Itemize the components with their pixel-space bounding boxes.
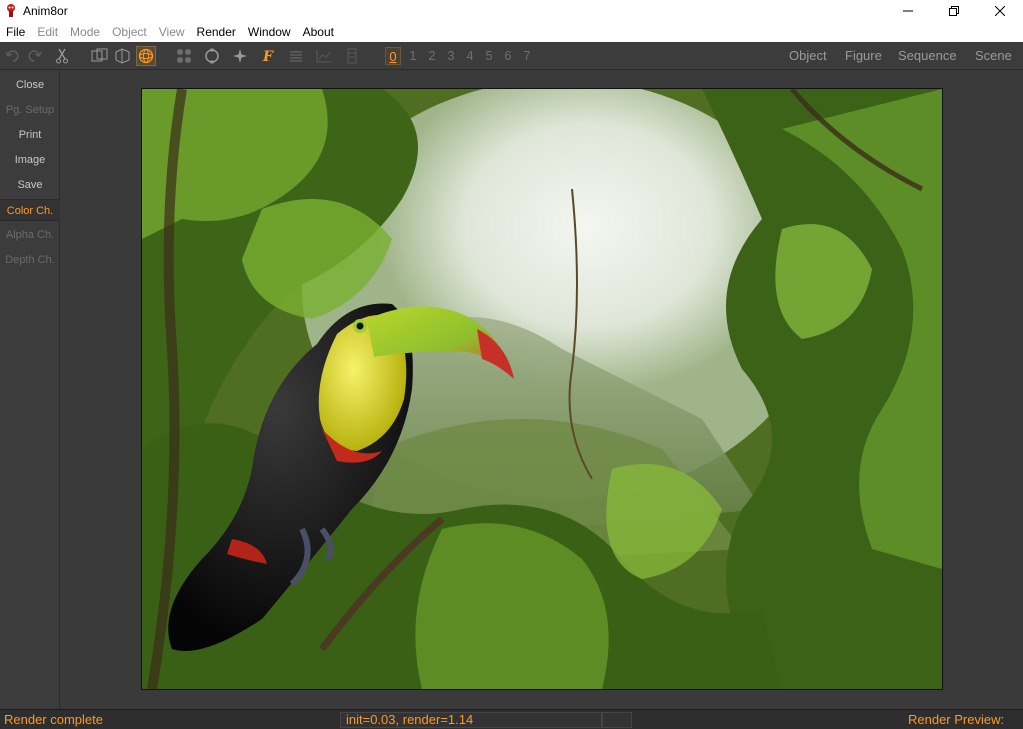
menu-view[interactable]: View bbox=[153, 22, 191, 42]
list-icon bbox=[290, 51, 302, 62]
fx-button[interactable]: F bbox=[258, 46, 278, 66]
restore-icon bbox=[949, 6, 959, 16]
cut-icon bbox=[56, 48, 68, 64]
layer-0-button[interactable]: 0 bbox=[385, 47, 401, 65]
layer-1-button[interactable]: 1 bbox=[405, 47, 421, 65]
panel-icon bbox=[347, 48, 357, 64]
copy-view-button[interactable] bbox=[113, 46, 133, 66]
status-message: Render complete bbox=[4, 712, 103, 727]
render-preview-label: Render Preview: bbox=[908, 712, 1005, 727]
menu-object[interactable]: Object bbox=[106, 22, 153, 42]
grid-dots-icon bbox=[177, 49, 191, 63]
undo-button[interactable] bbox=[3, 46, 23, 66]
page-setup-button[interactable]: Pg. Setup bbox=[0, 99, 60, 121]
undo-icon bbox=[5, 50, 19, 62]
menu-file[interactable]: File bbox=[0, 22, 31, 42]
layer-5-button[interactable]: 5 bbox=[481, 47, 497, 65]
fx-icon: F bbox=[262, 49, 274, 64]
render-sphere-icon bbox=[138, 48, 154, 64]
redo-button[interactable] bbox=[24, 46, 44, 66]
grid-dots-button[interactable] bbox=[174, 46, 194, 66]
print-button[interactable]: Print bbox=[0, 124, 60, 146]
redo-icon bbox=[28, 50, 42, 62]
rotate-button[interactable] bbox=[202, 46, 222, 66]
window-title: Anim8or bbox=[23, 4, 68, 18]
status-bar: Render complete init=0.03, render=1.14 R… bbox=[0, 709, 1023, 729]
graph-icon bbox=[316, 50, 331, 63]
depth-channel-button[interactable]: Depth Ch. bbox=[0, 249, 60, 271]
menu-bar: File Edit Mode Object View Render Window… bbox=[0, 22, 1023, 42]
alpha-channel-button[interactable]: Alpha Ch. bbox=[0, 224, 60, 246]
layer-7-button[interactable]: 7 bbox=[519, 47, 535, 65]
toolbar: F 0 1 2 3 4 5 6 7 Object Figure Sequence… bbox=[0, 43, 1023, 70]
window-controls bbox=[885, 0, 1023, 22]
color-channel-button[interactable]: Color Ch. bbox=[0, 199, 60, 221]
close-icon bbox=[995, 6, 1005, 16]
render-sphere-button[interactable] bbox=[136, 46, 156, 66]
tab-sequence[interactable]: Sequence bbox=[898, 47, 957, 65]
title-bar: Anim8or bbox=[0, 0, 1023, 22]
menu-render[interactable]: Render bbox=[191, 22, 242, 42]
minimize-icon bbox=[903, 10, 913, 12]
menu-edit[interactable]: Edit bbox=[31, 22, 64, 42]
lights-button[interactable] bbox=[230, 46, 250, 66]
rotate-icon bbox=[205, 48, 219, 64]
graph-button[interactable] bbox=[314, 46, 334, 66]
close-button[interactable] bbox=[977, 0, 1023, 22]
toucan-jungle-render bbox=[142, 89, 942, 689]
list-button[interactable] bbox=[286, 46, 306, 66]
tab-object[interactable]: Object bbox=[789, 47, 827, 65]
svg-text:F: F bbox=[262, 49, 274, 64]
render-side-panel: Close Pg. Setup Print Image Save Color C… bbox=[0, 71, 60, 709]
anim8or-window: Anim8or File Edit Mode Object View Rende… bbox=[0, 0, 1023, 729]
menu-window[interactable]: Window bbox=[242, 22, 297, 42]
status-empty-field bbox=[602, 712, 632, 728]
views-icon bbox=[91, 48, 108, 62]
rendered-image bbox=[141, 88, 943, 690]
views-button[interactable] bbox=[90, 46, 110, 66]
panel-button[interactable] bbox=[342, 46, 362, 66]
layer-6-button[interactable]: 6 bbox=[500, 47, 516, 65]
status-timing: init=0.03, render=1.14 bbox=[346, 712, 474, 727]
minimize-button[interactable] bbox=[885, 0, 931, 22]
tab-scene[interactable]: Scene bbox=[975, 47, 1012, 65]
lights-icon bbox=[233, 49, 247, 63]
cut-button[interactable] bbox=[52, 46, 72, 66]
render-viewport bbox=[61, 71, 1023, 709]
save-button[interactable]: Save bbox=[0, 174, 60, 196]
close-render-button[interactable]: Close bbox=[0, 74, 60, 96]
menu-mode[interactable]: Mode bbox=[64, 22, 106, 42]
layer-2-button[interactable]: 2 bbox=[424, 47, 440, 65]
layer-4-button[interactable]: 4 bbox=[462, 47, 478, 65]
image-button[interactable]: Image bbox=[0, 149, 60, 171]
restore-button[interactable] bbox=[931, 0, 977, 22]
tab-figure[interactable]: Figure bbox=[845, 47, 882, 65]
menu-about[interactable]: About bbox=[297, 22, 340, 42]
anim8or-logo-icon bbox=[3, 3, 19, 19]
layer-3-button[interactable]: 3 bbox=[443, 47, 459, 65]
copy-view-icon bbox=[115, 48, 130, 64]
